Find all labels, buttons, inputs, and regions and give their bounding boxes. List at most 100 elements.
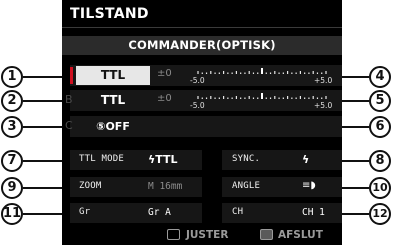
- scale-tick: [223, 71, 225, 74]
- scale-tick: [201, 72, 203, 74]
- channel-label: CH: [232, 207, 244, 217]
- group-a-row[interactable]: TTL ±0 -5.0 +5.0: [70, 65, 342, 86]
- group-b-label: B: [65, 93, 73, 106]
- callout-1: 1: [1, 66, 23, 88]
- page-title: TILSTAND: [70, 6, 149, 22]
- back-button-icon: [260, 229, 273, 240]
- group-b-scale-max: +5.0: [314, 101, 332, 110]
- scale-tick: [252, 72, 255, 74]
- channel-value: CH 1: [302, 207, 325, 218]
- group-a-scale-ticks: [197, 68, 327, 74]
- group-c-label: C: [65, 119, 73, 132]
- scale-tick: [252, 97, 255, 99]
- scale-tick: [304, 72, 306, 74]
- scale-tick: [248, 96, 250, 99]
- flash-settings-screen: TILSTAND COMMANDER(OPTISK) TTL ±0 -5.0 +…: [62, 0, 342, 245]
- scale-value-marker: [261, 68, 263, 74]
- scale-tick: [214, 72, 216, 74]
- sync-setting[interactable]: SYNC. ϟ: [222, 150, 342, 170]
- scale-tick: [308, 72, 310, 74]
- scale-tick: [316, 97, 319, 99]
- scale-tick: [295, 97, 297, 99]
- group-b-exposure-scale: -5.0 +5.0: [190, 93, 332, 110]
- scale-tick: [210, 71, 212, 74]
- menu-ok-button-icon: [167, 229, 180, 240]
- group-a-mode-cell[interactable]: TTL: [76, 66, 150, 85]
- group-b-mode-value: TTL: [100, 93, 126, 107]
- scale-tick: [269, 97, 272, 99]
- scale-tick: [244, 97, 246, 99]
- scale-tick: [235, 96, 237, 99]
- callout-6: 6: [369, 116, 391, 138]
- scale-tick: [278, 97, 280, 99]
- group-b-mode-cell[interactable]: TTL: [76, 91, 150, 110]
- angle-label: ANGLE: [232, 181, 261, 191]
- scale-tick: [282, 72, 284, 74]
- group-value: Gr A: [148, 207, 171, 218]
- scale-tick: [291, 72, 293, 74]
- group-c-mode-cell[interactable]: ⑤OFF: [76, 117, 150, 136]
- zoom-label: ZOOM: [79, 181, 102, 191]
- channel-setting[interactable]: CH CH 1: [222, 203, 342, 223]
- scale-tick: [321, 72, 323, 74]
- callout-2: 2: [1, 90, 23, 112]
- title-bar: TILSTAND: [62, 0, 342, 28]
- scale-tick: [205, 72, 208, 74]
- callout-11: 11: [1, 203, 23, 225]
- scale-tick: [201, 97, 203, 99]
- scale-tick: [231, 72, 233, 74]
- callout-3: 3: [1, 116, 23, 138]
- scale-tick: [282, 97, 284, 99]
- scale-tick: [325, 96, 327, 99]
- group-b-scale-min: -5.0: [190, 101, 205, 110]
- group-setting[interactable]: Gr Gr A: [70, 203, 202, 223]
- footer-bar: JUSTER AFSLUT: [62, 225, 342, 245]
- angle-coverage-icon: ≡◗: [302, 180, 316, 191]
- group-c-row[interactable]: C ⑤OFF: [65, 116, 342, 137]
- scale-tick: [240, 72, 242, 74]
- sync-mode-icon: ϟ: [302, 153, 310, 166]
- callout-4: 4: [369, 66, 391, 88]
- ttl-mode-label: TTL MODE: [79, 154, 124, 164]
- group-a-mode-value: TTL: [100, 68, 126, 82]
- scale-value-marker: [261, 93, 263, 99]
- scale-tick: [312, 71, 314, 74]
- group-a-scale-max: +5.0: [314, 76, 332, 85]
- callout-7: 7: [1, 150, 23, 172]
- scale-tick: [244, 72, 246, 74]
- scale-tick: [269, 72, 272, 74]
- scale-tick: [214, 97, 216, 99]
- group-b-row[interactable]: B TTL ±0 -5.0 +5.0: [65, 90, 342, 111]
- scale-tick: [227, 72, 229, 74]
- ttl-mode-setting[interactable]: TTL MODE ϟTTL: [70, 150, 202, 170]
- scale-tick: [312, 96, 314, 99]
- callout-12: 12: [369, 203, 391, 225]
- scale-tick: [287, 71, 289, 74]
- angle-setting[interactable]: ANGLE ≡◗: [222, 177, 342, 197]
- callout-9: 9: [1, 177, 23, 199]
- scale-tick: [274, 96, 276, 99]
- group-a-scale-min: -5.0: [190, 76, 205, 85]
- zoom-setting[interactable]: ZOOM M 16mm: [70, 177, 202, 197]
- flash-mode-label: COMMANDER(OPTISK): [128, 38, 276, 52]
- scale-tick: [197, 96, 199, 99]
- scale-tick: [278, 72, 280, 74]
- scale-tick: [287, 96, 289, 99]
- scale-tick: [274, 71, 276, 74]
- scale-tick: [257, 72, 259, 74]
- group-c-mode-value: ⑤OFF: [96, 120, 130, 133]
- group-label: Gr: [79, 207, 91, 217]
- flash-mode-bar[interactable]: COMMANDER(OPTISK): [62, 36, 342, 55]
- scale-tick: [257, 97, 259, 99]
- scale-tick: [316, 72, 319, 74]
- scale-tick: [265, 97, 267, 99]
- scale-tick: [235, 71, 237, 74]
- sync-label: SYNC.: [232, 154, 261, 164]
- scale-tick: [325, 71, 327, 74]
- scale-tick: [240, 97, 242, 99]
- scale-tick: [218, 97, 220, 99]
- scale-tick: [295, 72, 297, 74]
- adjust-hint: JUSTER: [186, 229, 229, 241]
- scale-tick: [205, 97, 208, 99]
- scale-tick: [304, 97, 306, 99]
